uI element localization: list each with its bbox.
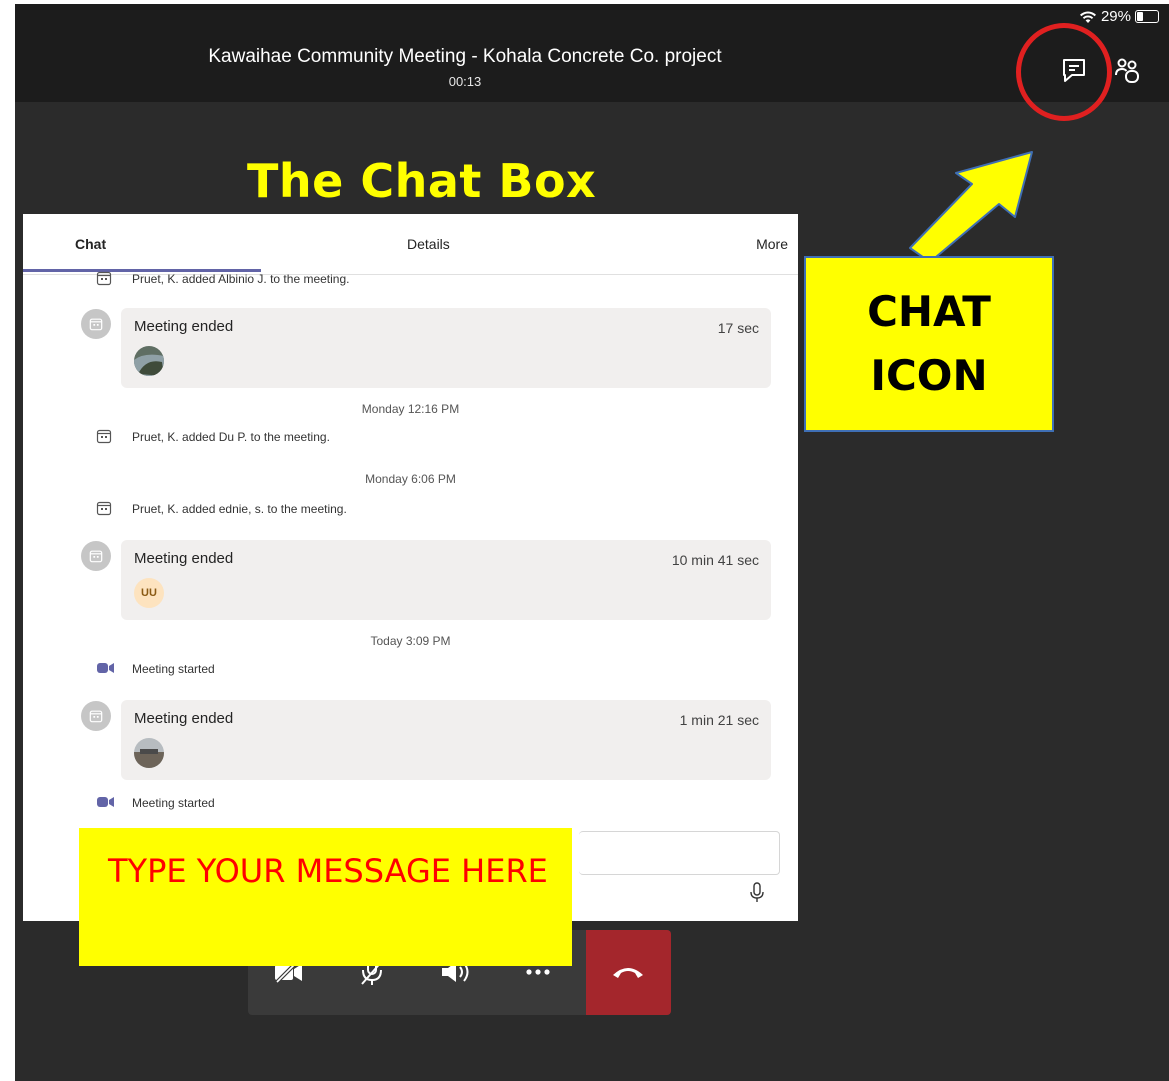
hang-up-icon [613, 968, 643, 978]
system-message-text: Meeting started [132, 796, 215, 810]
timestamp-divider: Today 3:09 PM [370, 634, 451, 648]
meeting-header: Kawaihae Community Meeting - Kohala Conc… [15, 4, 1169, 102]
chat-panel: Chat Details More Pruet, K. added Albini… [23, 214, 798, 921]
chat-icon-annotation: CHAT ICON [804, 256, 1054, 432]
chat-icon-annotation-text: CHAT ICON [867, 287, 991, 400]
battery-percent: 29% [1100, 8, 1131, 25]
video-camera-icon [97, 797, 114, 807]
system-message-text: Meeting started [132, 662, 215, 676]
participant-avatar [134, 346, 164, 376]
video-camera-icon [97, 663, 114, 673]
meeting-event-avatar [81, 701, 111, 731]
type-message-annotation-text: TYPE YOUR MESSAGE HERE [108, 852, 548, 890]
calendar-icon [96, 501, 112, 516]
type-message-annotation: TYPE YOUR MESSAGE HERE [79, 828, 572, 966]
participant-avatar: UU [134, 578, 164, 608]
tab-chat[interactable]: Chat [75, 236, 106, 252]
meeting-ended-card[interactable]: Meeting ended 17 sec [121, 308, 771, 388]
more-icon [526, 969, 550, 975]
system-message-text: Pruet, K. added ednie, s. to the meeting… [132, 502, 347, 516]
meeting-title: Kawaihae Community Meeting - Kohala Conc… [208, 46, 722, 67]
meeting-event-avatar [81, 309, 111, 339]
chat-icon-highlight-circle [1016, 23, 1112, 121]
chat-tabs: Chat Details More [23, 214, 798, 275]
meeting-ended-card[interactable]: Meeting ended 1 min 21 sec [121, 700, 771, 780]
meeting-ended-card[interactable]: Meeting ended 10 min 41 sec UU [121, 540, 771, 620]
tab-more[interactable]: More [756, 236, 788, 252]
meeting-event-avatar [81, 541, 111, 571]
tab-details[interactable]: Details [407, 236, 450, 252]
mic-icon[interactable] [749, 882, 765, 904]
calendar-icon [96, 271, 112, 286]
hang-up-button[interactable] [586, 930, 671, 1015]
meeting-timer: 00:13 [448, 74, 482, 89]
participant-avatar [134, 738, 164, 768]
calendar-icon [89, 318, 103, 331]
system-message-text: Pruet, K. added Albinio J. to the meetin… [132, 272, 350, 286]
battery-icon [1135, 10, 1159, 23]
event-duration: 1 min 21 sec [679, 712, 759, 728]
event-title: Meeting ended [134, 318, 234, 335]
system-message-text: Pruet, K. added Du P. to the meeting. [132, 430, 330, 444]
calendar-icon [89, 550, 103, 563]
timestamp-divider: Monday 12:16 PM [361, 402, 460, 416]
chat-box-annotation: The Chat Box [247, 154, 597, 208]
people-icon[interactable] [1111, 54, 1143, 86]
event-duration: 17 sec [717, 320, 759, 336]
event-title: Meeting ended [134, 550, 234, 567]
calendar-icon [96, 429, 112, 444]
message-input[interactable] [579, 831, 780, 875]
screen: Kawaihae Community Meeting - Kohala Conc… [15, 4, 1169, 1081]
timestamp-divider: Monday 6:06 PM [365, 472, 456, 486]
calendar-icon [89, 710, 103, 723]
wifi-icon [1079, 11, 1096, 23]
status-bar: 29% [1079, 8, 1159, 25]
event-title: Meeting ended [134, 710, 234, 727]
event-duration: 10 min 41 sec [671, 552, 759, 568]
